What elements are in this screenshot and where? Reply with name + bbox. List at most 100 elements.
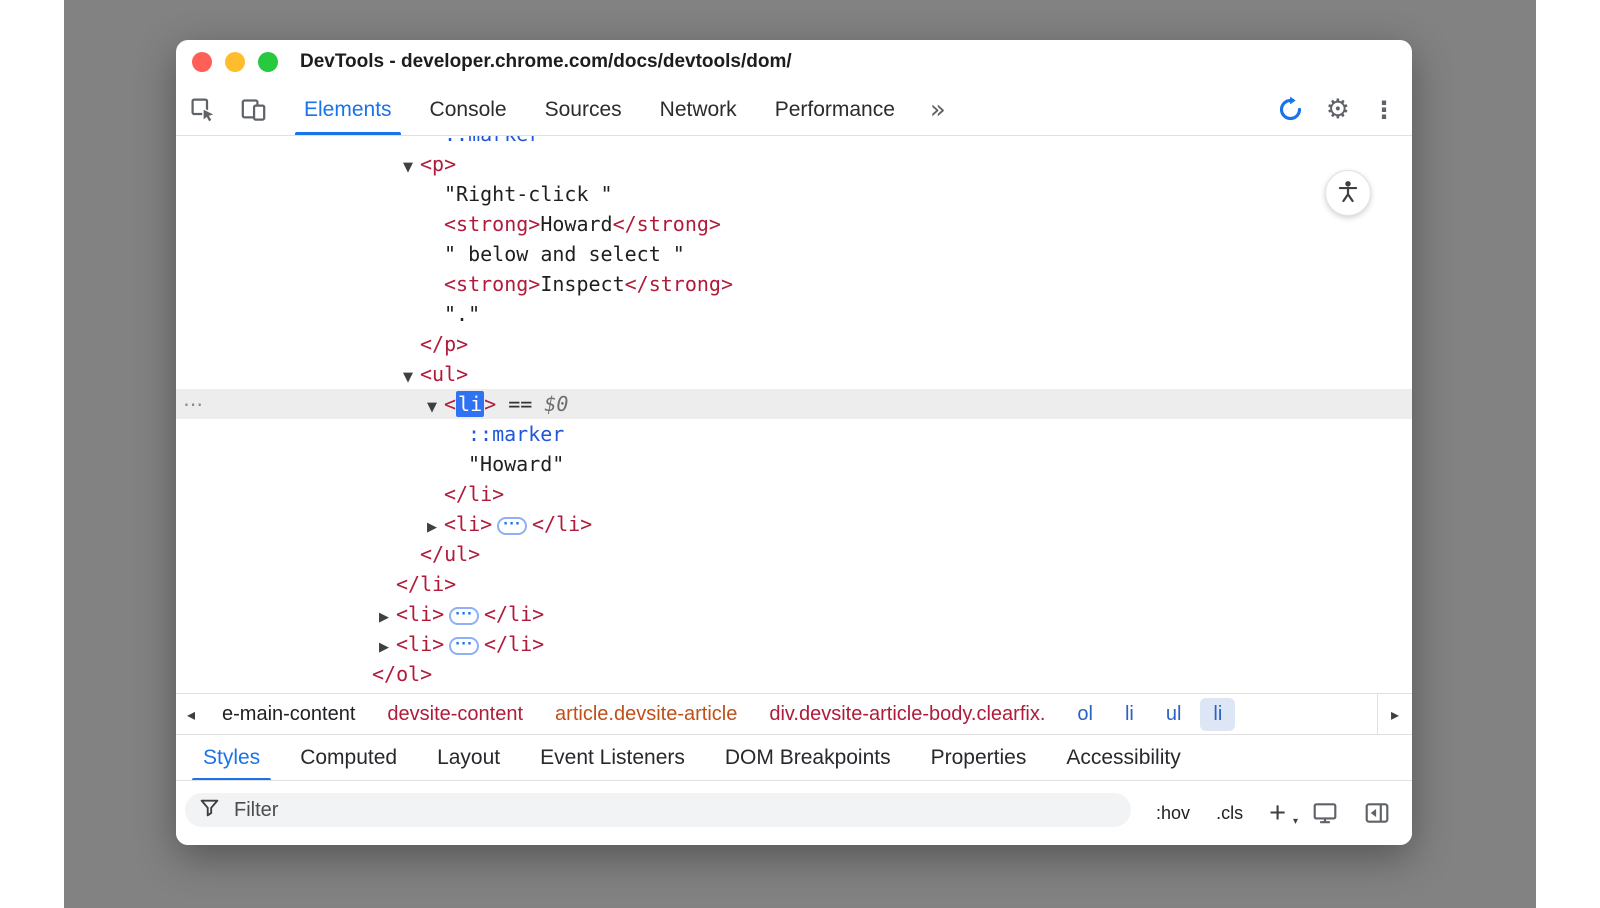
code-segment: ::marker: [444, 136, 540, 146]
breadcrumb-scroll-left-icon[interactable]: ◂: [176, 705, 206, 724]
tab-styles[interactable]: Styles: [189, 735, 274, 781]
dom-node[interactable]: ▼<ul>: [176, 359, 1412, 389]
node-overflow-menu-icon[interactable]: ⋯: [183, 389, 203, 419]
breadcrumb-item[interactable]: ol: [1061, 703, 1109, 726]
dom-node[interactable]: </p>: [176, 329, 1412, 359]
code-segment: </li>: [444, 482, 504, 506]
devtools-window: DevTools - developer.chrome.com/docs/dev…: [176, 40, 1412, 845]
sync-icon[interactable]: [1277, 96, 1304, 123]
code-segment: ".": [444, 302, 480, 326]
accessibility-icon: [1336, 179, 1360, 208]
new-style-rule-button[interactable]: +▾: [1269, 799, 1286, 828]
selected-tag-name: li: [456, 391, 484, 417]
dom-node[interactable]: <strong>Inspect</strong>: [176, 269, 1412, 299]
dom-node[interactable]: <strong>Howard</strong>: [176, 209, 1412, 239]
code-segment: ==: [496, 392, 544, 416]
tab-layout[interactable]: Layout: [423, 735, 514, 781]
tab-accessibility[interactable]: Accessibility: [1052, 735, 1194, 781]
tab-network[interactable]: Network: [641, 84, 756, 135]
breadcrumb-items: e-main-contentdevsite-contentarticle.dev…: [206, 694, 1238, 734]
filter-funnel-icon: [199, 797, 220, 823]
element-classes-button[interactable]: .cls: [1216, 803, 1243, 824]
code-segment: <li>: [396, 632, 444, 656]
code-segment: <strong>: [444, 212, 540, 236]
dom-node[interactable]: </ol>: [176, 659, 1412, 689]
inspect-icon[interactable]: [189, 96, 216, 123]
tab-console[interactable]: Console: [411, 84, 526, 135]
code-segment: $0: [544, 392, 568, 416]
tab-properties[interactable]: Properties: [917, 735, 1041, 781]
dom-node[interactable]: "Right-click ": [176, 179, 1412, 209]
dom-node[interactable]: ▼<p>: [176, 149, 1412, 179]
code-segment: <strong>: [444, 272, 540, 296]
filter-text-input[interactable]: [232, 798, 536, 823]
dom-node[interactable]: ▶<li>···</li>: [176, 629, 1412, 659]
breadcrumb-item[interactable]: devsite-content: [371, 703, 539, 726]
dom-node[interactable]: ::marker: [176, 419, 1412, 449]
code-segment: </p>: [420, 332, 468, 356]
toolbar-right-icons: ⚙ ⋮: [1277, 84, 1396, 135]
breadcrumb-item[interactable]: li: [1109, 703, 1150, 726]
inline-expand-button[interactable]: ···: [449, 607, 479, 625]
tab-sources[interactable]: Sources: [526, 84, 641, 135]
dom-node[interactable]: ▶<li>···</li>: [176, 509, 1412, 539]
plus-icon: +: [1269, 797, 1286, 829]
code-segment: Howard: [540, 212, 612, 236]
code-segment: </li>: [484, 602, 544, 626]
dom-node[interactable]: </li>: [176, 569, 1412, 599]
breadcrumb-item-selected[interactable]: li: [1200, 698, 1235, 731]
code-segment: </li>: [396, 572, 456, 596]
dom-node[interactable]: "Howard": [176, 449, 1412, 479]
more-tabs-icon[interactable]: »: [914, 84, 962, 135]
tab-dom-breakpoints[interactable]: DOM Breakpoints: [711, 735, 905, 781]
close-button[interactable]: [192, 52, 212, 72]
dom-node[interactable]: ::marker: [176, 136, 1412, 149]
code-segment: </strong>: [625, 272, 733, 296]
breadcrumb-item[interactable]: div.devsite-article-body.clearfix.: [753, 703, 1061, 726]
tab-elements[interactable]: Elements: [285, 84, 411, 135]
code-segment: Inspect: [540, 272, 624, 296]
traffic-lights: [192, 52, 278, 72]
styles-filter-bar: :hov .cls +▾: [176, 780, 1412, 845]
code-segment: "Right-click ": [444, 182, 613, 206]
window-title: DevTools - developer.chrome.com/docs/dev…: [300, 51, 792, 73]
minimize-button[interactable]: [225, 52, 245, 72]
gear-icon[interactable]: ⚙: [1326, 96, 1350, 123]
breadcrumb: ◂ e-main-contentdevsite-contentarticle.d…: [176, 693, 1412, 735]
accessibility-button[interactable]: [1325, 170, 1371, 216]
dom-node-selected[interactable]: ⋯▼<li> == $0: [176, 389, 1412, 419]
dom-node[interactable]: ▶<li>···</li>: [176, 599, 1412, 629]
sidebar-tab-strip: Styles Computed Layout Event Listeners DOM B…: [176, 735, 1412, 781]
code-segment: >: [484, 392, 496, 416]
rendering-display-icon[interactable]: [1312, 800, 1338, 826]
dom-node[interactable]: </ul>: [176, 539, 1412, 569]
code-segment: </li>: [484, 632, 544, 656]
code-segment: <: [444, 392, 456, 416]
toggle-element-state-button[interactable]: :hov: [1156, 803, 1190, 824]
inline-expand-button[interactable]: ···: [497, 517, 527, 535]
code-segment: <li>: [396, 602, 444, 626]
code-segment: "Howard": [468, 452, 564, 476]
kebab-menu-icon[interactable]: ⋮: [1372, 98, 1396, 122]
dom-node[interactable]: </li>: [176, 479, 1412, 509]
toggle-sidebar-icon[interactable]: [1364, 800, 1390, 826]
breadcrumb-item[interactable]: e-main-content: [206, 703, 371, 726]
code-segment: <ul>: [420, 362, 468, 386]
inline-expand-button[interactable]: ···: [449, 637, 479, 655]
breadcrumb-item[interactable]: article.devsite-article: [539, 703, 753, 726]
dom-node[interactable]: ".": [176, 299, 1412, 329]
breadcrumb-scroll-right-icon[interactable]: ▸: [1377, 694, 1412, 734]
panel-tab-strip: ElementsConsoleSourcesNetworkPerformance: [285, 84, 914, 135]
code-segment: <li>: [444, 512, 492, 536]
filter-input[interactable]: [185, 793, 1131, 827]
titlebar: DevTools - developer.chrome.com/docs/dev…: [176, 40, 1412, 84]
code-segment: </ul>: [420, 542, 480, 566]
chevron-down-icon: ▾: [1293, 817, 1298, 827]
tab-computed[interactable]: Computed: [286, 735, 411, 781]
tab-performance[interactable]: Performance: [756, 84, 914, 135]
tab-event-listeners[interactable]: Event Listeners: [526, 735, 699, 781]
device-toolbar-icon[interactable]: [240, 96, 267, 123]
dom-node[interactable]: " below and select ": [176, 239, 1412, 269]
zoom-button[interactable]: [258, 52, 278, 72]
breadcrumb-item[interactable]: ul: [1150, 703, 1198, 726]
